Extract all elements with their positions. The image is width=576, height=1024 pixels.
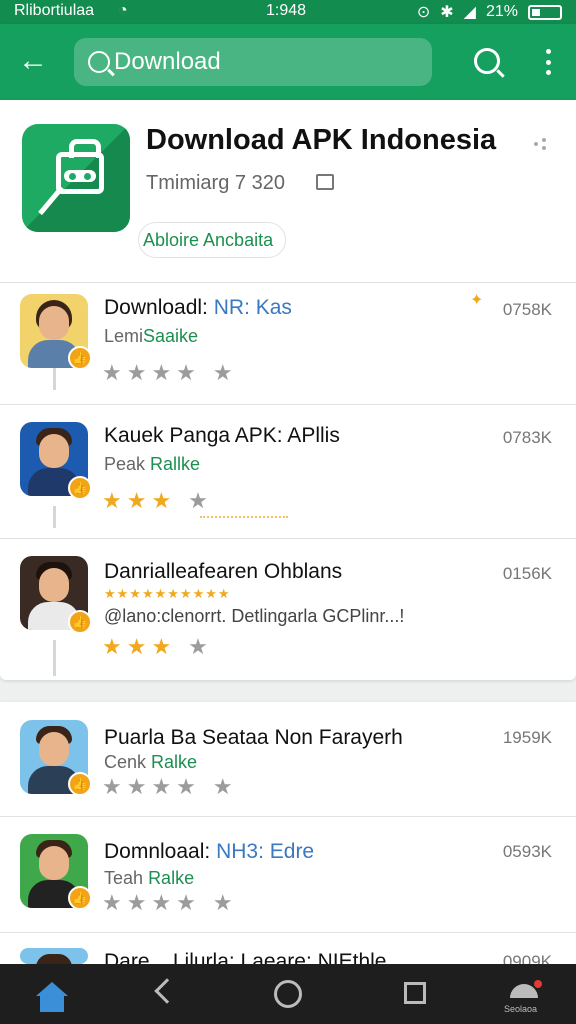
rating-stars: ★★★ ★: [102, 634, 213, 659]
rating-stars: ★★★ ★: [102, 488, 213, 513]
rating-stars: ★★★★ ★: [102, 774, 238, 799]
item-subtitle: Cenk Ralke: [104, 752, 198, 772]
thread-line: [53, 368, 56, 390]
item-size: 0783K: [502, 428, 552, 447]
search-input[interactable]: [114, 48, 414, 76]
nav-home-circle-icon[interactable]: [258, 964, 318, 1024]
status-bar: Rlibortiulaa ◔ 1:948 ⊙ ✱ ◢ 21%: [0, 0, 576, 24]
item-title[interactable]: Dare... Lilurla: Laeare: NIEthle: [104, 950, 386, 964]
overflow-menu-icon[interactable]: [538, 46, 558, 78]
item-title[interactable]: Kauek Panga APK: APllis: [104, 424, 340, 448]
divider: [0, 816, 576, 817]
thumbs-up-badge-icon: 👍: [68, 346, 92, 370]
search-box[interactable]: [74, 38, 432, 86]
sparkle-icon: ✦: [470, 292, 484, 309]
item-size: 0156K: [502, 564, 552, 583]
home-icon[interactable]: [24, 964, 84, 1024]
bluetooth-icon: ✱: [440, 4, 454, 21]
thread-line: [53, 506, 56, 528]
item-size: 1959K: [502, 728, 552, 747]
profile-icon[interactable]: Seolaoa: [496, 964, 556, 1024]
item-size: 0758K: [502, 300, 552, 319]
item-title[interactable]: Puarla Ba Seataa Non Farayerh: [104, 726, 403, 750]
category-chip[interactable]: Abloire Ancbaita: [138, 222, 287, 258]
thumbs-up-badge-icon: 👍: [68, 476, 92, 500]
status-right: ⊙ ✱ ◢ 21%: [417, 2, 562, 22]
app-logo-icon[interactable]: [22, 124, 130, 232]
carrier-label: Rlibortiulaa: [14, 2, 95, 19]
item-title[interactable]: Danrialleafearen Ohblans: [104, 560, 342, 584]
item-size: 0593K: [502, 842, 552, 861]
navigation-bar: Seolaoa: [0, 964, 576, 1024]
signal-icon: ◢: [463, 4, 476, 21]
search-icon: [88, 51, 110, 73]
location-icon: ⊙: [416, 4, 431, 21]
item-subtitle: Peak Rallke: [104, 454, 201, 474]
avatar[interactable]: [20, 948, 88, 964]
item-title[interactable]: Domnloaal: NH3: Edre: [104, 840, 314, 864]
more-dots-icon[interactable]: [534, 138, 550, 150]
wifi-icon: ◔: [118, 2, 128, 19]
item-title[interactable]: Downloadl: NR: Kas: [104, 296, 292, 320]
divider: [0, 538, 576, 539]
app-subtitle: Tmimiarg 7 320: [146, 172, 285, 194]
app-bar: ←: [0, 24, 576, 100]
rating-stars: ★★★★ ★: [102, 360, 238, 385]
item-size: 0909K: [502, 952, 552, 964]
mini-rating-stars: ★★★★★★★★★★: [104, 586, 231, 601]
thread-line: [53, 640, 56, 676]
divider: [0, 932, 576, 933]
back-arrow-icon[interactable]: ←: [18, 46, 52, 80]
nav-back-icon[interactable]: [136, 964, 196, 1024]
thumbs-up-badge-icon: 👍: [68, 886, 92, 910]
item-subtitle: LemiSaaike: [104, 326, 199, 346]
decorative-wave: [200, 510, 288, 518]
divider: [0, 282, 576, 283]
search-action-icon[interactable]: [474, 48, 500, 74]
share-icon[interactable]: [316, 174, 334, 190]
thumbs-up-badge-icon: 👍: [68, 610, 92, 634]
rating-stars: ★★★★ ★: [102, 890, 238, 915]
clock: 1:948: [266, 2, 307, 19]
divider: [0, 404, 576, 405]
recent-apps-icon[interactable]: [384, 964, 444, 1024]
item-description: @lano:clenorrt. Detlingarla GCPlinr...!: [104, 606, 405, 626]
thumbs-up-badge-icon: 👍: [68, 772, 92, 796]
battery-icon: [528, 4, 562, 20]
profile-label: Seolaoa: [504, 1004, 538, 1014]
item-subtitle: Teah Ralke: [104, 868, 195, 888]
battery-percent: 21%: [485, 3, 518, 20]
app-title: Download APK Indonesia: [146, 124, 497, 156]
